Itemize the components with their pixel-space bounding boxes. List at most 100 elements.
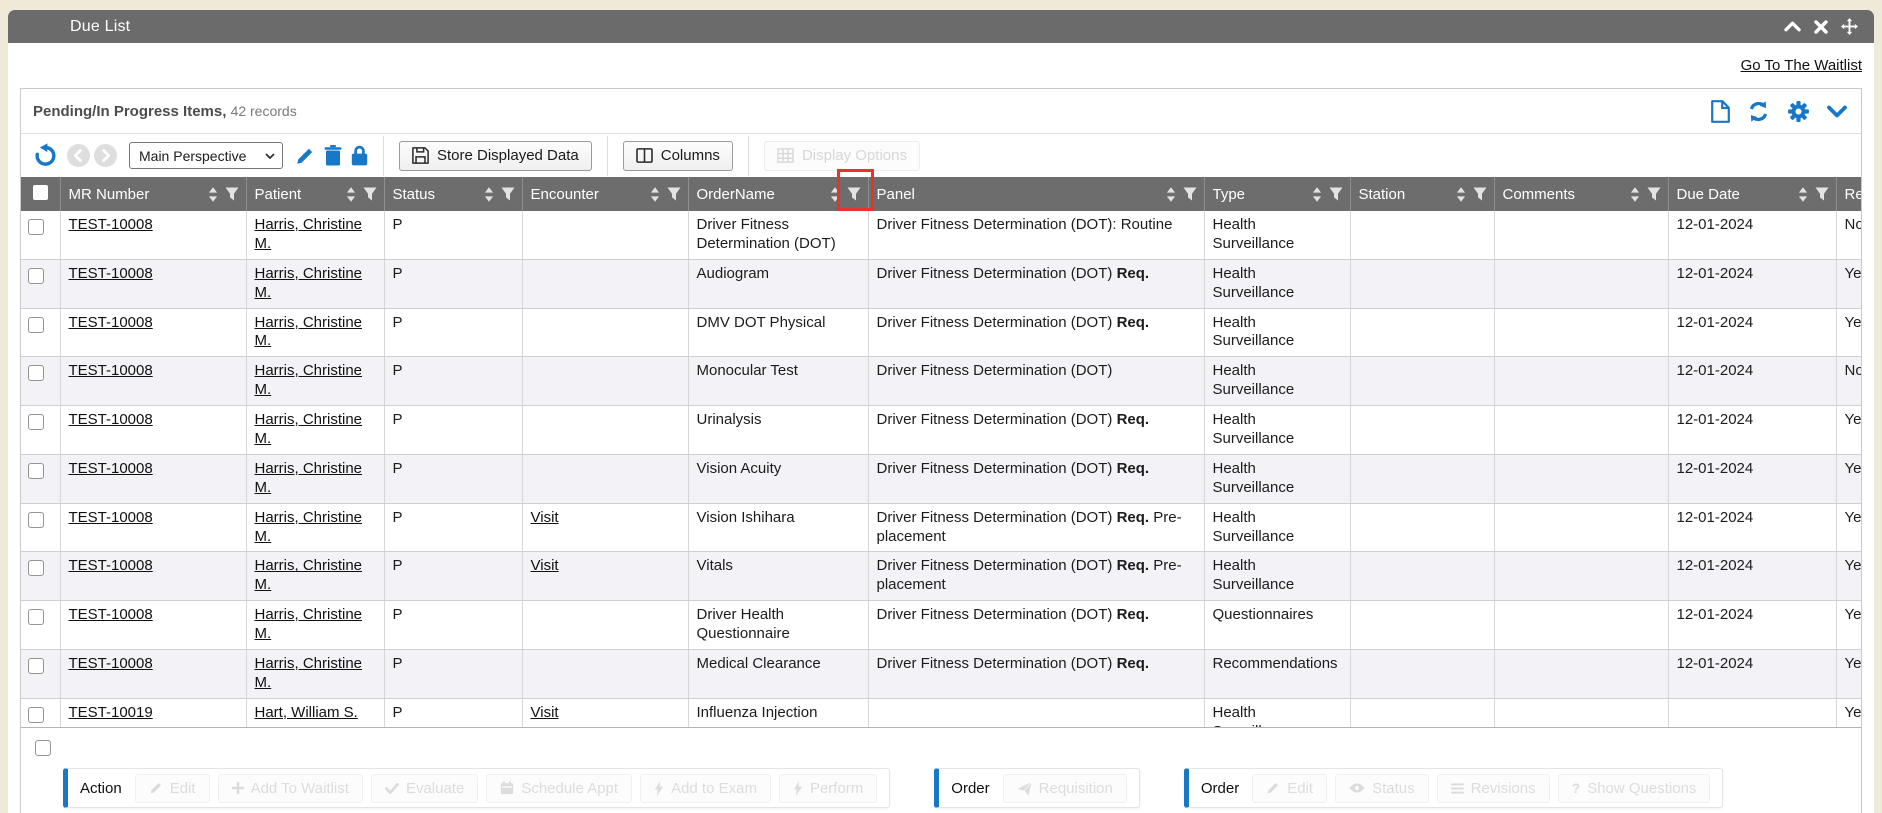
patient-link[interactable]: Harris, Christine M.	[255, 557, 363, 593]
filter-icon[interactable]	[1647, 187, 1661, 201]
sort-icon[interactable]	[346, 187, 356, 202]
move-window-icon[interactable]	[1841, 18, 1858, 35]
column-header-station[interactable]: Station	[1350, 177, 1494, 211]
delete-perspective-trash-icon[interactable]	[324, 145, 342, 166]
encounter-link[interactable]: Visit	[531, 509, 559, 526]
filter-icon[interactable]	[1473, 187, 1487, 201]
mr-number-link[interactable]: TEST-10008	[69, 557, 153, 574]
encounter-link[interactable]: Visit	[531, 704, 559, 721]
patient-link[interactable]: Harris, Christine M.	[255, 314, 363, 350]
sort-icon[interactable]	[1166, 187, 1176, 202]
patient-link[interactable]: Harris, Christine M.	[255, 655, 363, 691]
previous-perspective-button[interactable]	[67, 144, 90, 167]
column-header-encounter[interactable]: Encounter	[522, 177, 688, 211]
encounter-link[interactable]: Visit	[531, 557, 559, 574]
next-perspective-button[interactable]	[94, 144, 117, 167]
row-checkbox[interactable]	[28, 219, 44, 235]
mr-number-link[interactable]: TEST-10008	[69, 509, 153, 526]
filter-icon[interactable]	[363, 187, 377, 201]
sort-icon[interactable]	[484, 187, 494, 202]
action-add-to-waitlist-button[interactable]: Add To Waitlist	[218, 774, 363, 803]
row-checkbox[interactable]	[28, 658, 44, 674]
patient-link[interactable]: Harris, Christine M.	[255, 509, 363, 545]
collapse-window-icon[interactable]	[1784, 21, 1801, 32]
edit-perspective-pencil-icon[interactable]	[295, 146, 315, 166]
lock-perspective-icon[interactable]	[351, 145, 368, 166]
mr-number-link[interactable]: TEST-10008	[69, 362, 153, 379]
row-checkbox[interactable]	[28, 512, 44, 528]
row-checkbox[interactable]	[28, 463, 44, 479]
mr-number-link[interactable]: TEST-10008	[69, 606, 153, 623]
action-add-to-exam-button[interactable]: Add to Exam	[640, 774, 771, 803]
column-header-select-all[interactable]	[21, 177, 60, 211]
filter-icon[interactable]	[1329, 187, 1343, 201]
mr-number-link[interactable]: TEST-10008	[69, 460, 153, 477]
sort-icon[interactable]	[1456, 187, 1466, 202]
order-status-button[interactable]: Status	[1335, 774, 1429, 803]
waitlist-link[interactable]: Go To The Waitlist	[1741, 57, 1862, 74]
refresh-icon[interactable]	[1747, 100, 1770, 123]
window-titlebar[interactable]: Due List	[8, 10, 1874, 43]
sort-icon[interactable]	[650, 187, 660, 202]
column-header-due[interactable]: Due Date	[1668, 177, 1836, 211]
mr-number-link[interactable]: TEST-10008	[69, 314, 153, 331]
order-edit-button[interactable]: Edit	[1252, 774, 1327, 803]
mr-number-link[interactable]: TEST-10008	[69, 265, 153, 282]
mr-number-link[interactable]: TEST-10008	[69, 411, 153, 428]
select-all-checkbox[interactable]	[33, 185, 48, 200]
column-header-req[interactable]: Required	[1836, 177, 1861, 211]
filter-icon[interactable]	[501, 187, 515, 201]
column-header-patient[interactable]: Patient	[246, 177, 384, 211]
column-header-comments[interactable]: Comments	[1494, 177, 1668, 211]
patient-link[interactable]: Harris, Christine M.	[255, 460, 363, 496]
footer-row-checkbox[interactable]	[35, 740, 51, 756]
column-header-panel[interactable]: Panel	[868, 177, 1204, 211]
mr-number-link[interactable]: TEST-10008	[69, 655, 153, 672]
perspective-select[interactable]: Main Perspective	[129, 142, 283, 169]
sort-icon[interactable]	[208, 187, 218, 202]
order-requisition-button[interactable]: Requisition	[1003, 774, 1127, 803]
row-checkbox[interactable]	[28, 414, 44, 430]
sort-icon[interactable]	[1312, 187, 1322, 202]
order-revisions-button[interactable]: Revisions	[1437, 774, 1550, 803]
column-header-type[interactable]: Type	[1204, 177, 1350, 211]
filter-icon[interactable]	[1815, 187, 1829, 201]
row-checkbox[interactable]	[28, 609, 44, 625]
column-header-order[interactable]: OrderName	[688, 177, 868, 211]
patient-link[interactable]: Harris, Christine M.	[255, 362, 363, 398]
row-checkbox[interactable]	[28, 707, 44, 723]
store-displayed-data-button[interactable]: Store Displayed Data	[399, 141, 592, 171]
action-schedule-appt-button[interactable]: Schedule Appt	[486, 774, 632, 803]
patient-link[interactable]: Harris, Christine M.	[255, 216, 363, 252]
patient-link[interactable]: Harris, Christine M.	[255, 411, 363, 447]
mr-number-link[interactable]: TEST-10008	[69, 216, 153, 233]
undo-icon[interactable]	[33, 143, 58, 168]
patient-link[interactable]: Hart, William S.	[255, 704, 358, 721]
gear-icon[interactable]	[1787, 100, 1810, 123]
close-window-icon[interactable]	[1814, 20, 1828, 34]
row-checkbox[interactable]	[28, 560, 44, 576]
filter-icon[interactable]	[847, 187, 861, 201]
patient-link[interactable]: Harris, Christine M.	[255, 265, 363, 301]
row-checkbox[interactable]	[28, 268, 44, 284]
column-header-mr[interactable]: MR Number	[60, 177, 246, 211]
action-edit-button[interactable]: Edit	[135, 774, 210, 803]
sort-icon[interactable]	[1630, 187, 1640, 202]
columns-button[interactable]: Columns	[623, 141, 733, 171]
order-show-questions-button[interactable]: ?Show Questions	[1558, 774, 1711, 803]
new-document-icon[interactable]	[1711, 100, 1730, 123]
sort-icon[interactable]	[830, 187, 840, 202]
action-perform-button[interactable]: Perform	[779, 774, 877, 803]
filter-icon[interactable]	[667, 187, 681, 201]
action-evaluate-button[interactable]: Evaluate	[371, 774, 478, 803]
row-checkbox[interactable]	[28, 317, 44, 333]
filter-icon[interactable]	[1183, 187, 1197, 201]
sort-icon[interactable]	[1798, 187, 1808, 202]
panel-collapse-chevron-icon[interactable]	[1827, 105, 1847, 118]
column-header-status[interactable]: Status	[384, 177, 522, 211]
row-checkbox[interactable]	[28, 365, 44, 381]
mr-number-link[interactable]: TEST-10019	[69, 704, 153, 721]
display-options-button[interactable]: Display Options	[764, 141, 920, 171]
filter-icon[interactable]	[225, 187, 239, 201]
patient-link[interactable]: Harris, Christine M.	[255, 606, 363, 642]
